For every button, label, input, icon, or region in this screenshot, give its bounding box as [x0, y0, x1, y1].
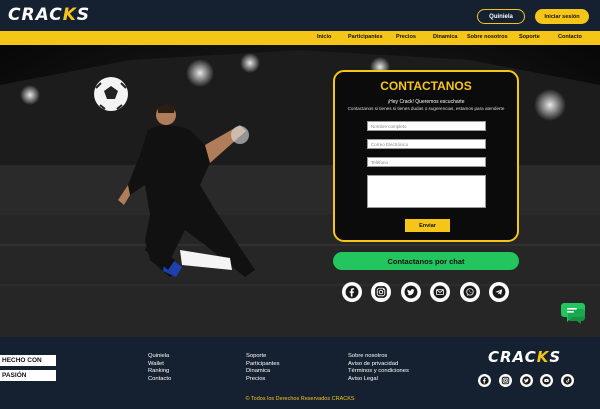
site-footer: HECHO CON PASIÓN Quiniela Wallet Ranking…	[0, 337, 600, 409]
facebook-icon[interactable]	[342, 282, 362, 302]
nav-item-sobre-nosotros[interactable]: Sobre nosotros	[467, 34, 508, 40]
login-button[interactable]: Iniciar sesión	[535, 9, 589, 24]
footer-link-participantes[interactable]: Participantes	[246, 361, 280, 369]
instagram-icon[interactable]	[371, 282, 391, 302]
footer-facebook-icon[interactable]	[478, 374, 491, 387]
footer-link-terminos[interactable]: Términos y condiciones	[348, 368, 409, 376]
nav-item-participantes[interactable]: Participantes	[348, 34, 383, 40]
footer-column-1: Quiniela Wallet Ranking Contacto	[148, 353, 171, 383]
twitter-icon[interactable]	[401, 282, 421, 302]
footer-link-privacidad[interactable]: Aviso de privacidad	[348, 361, 409, 369]
floating-chat-icon[interactable]	[561, 300, 589, 326]
footer-link-soporte[interactable]: Soporte	[246, 353, 280, 361]
contact-description: Contactanos si tienes si tienes dudas o …	[347, 106, 505, 111]
footer-link-aviso-legal[interactable]: Aviso Legal	[348, 376, 409, 384]
passion-badge: PASIÓN	[0, 370, 56, 381]
footer-link-dinamica[interactable]: Dinamica	[246, 368, 280, 376]
footer-tiktok-icon[interactable]	[561, 374, 574, 387]
soccer-ball	[94, 77, 128, 111]
message-textarea[interactable]	[367, 175, 486, 208]
footer-youtube-icon[interactable]	[540, 374, 553, 387]
footer-column-2: Soporte Participantes Dinamica Precios	[246, 353, 280, 383]
top-header: CRACKS Quiniela Iniciar sesión	[0, 0, 600, 31]
telegram-icon[interactable]	[489, 282, 509, 302]
name-input[interactable]: Nombre completo	[367, 121, 486, 131]
footer-link-contacto[interactable]: Contacto	[148, 376, 171, 384]
footer-link-sobre-nosotros[interactable]: Sobre nosotros	[348, 353, 409, 361]
contact-subtitle: ¡Hey Crack! Queremos escucharte	[387, 99, 465, 105]
footer-column-3: Sobre nosotros Aviso de privacidad Térmi…	[348, 353, 409, 383]
footer-link-wallet[interactable]: Wallet	[148, 361, 171, 369]
nav-item-inicio[interactable]: Inicio	[317, 34, 331, 40]
nav-item-soporte[interactable]: Soporte	[519, 34, 540, 40]
send-button[interactable]: Enviar	[405, 219, 450, 232]
footer-link-precios[interactable]: Precios	[246, 376, 280, 384]
contact-form-card: CONTACTANOS ¡Hey Crack! Queremos escucha…	[333, 70, 519, 242]
copyright-text: © Todos los Derechos Reservados CRACKS	[245, 396, 355, 402]
nav-item-dinamica[interactable]: Dinamica	[433, 34, 457, 40]
footer-link-quiniela[interactable]: Quiniela	[148, 353, 171, 361]
made-with-badge: HECHO CON	[0, 355, 56, 366]
footer-link-ranking[interactable]: Ranking	[148, 368, 171, 376]
email-icon[interactable]	[430, 282, 450, 302]
quiniela-button[interactable]: Quiniela	[477, 9, 525, 24]
contact-title: CONTACTANOS	[380, 79, 472, 93]
footer-instagram-icon[interactable]	[499, 374, 512, 387]
main-nav: Inicio Participantes Precios Dinamica So…	[0, 31, 600, 45]
cracks-logo[interactable]: CRACKS	[8, 5, 90, 25]
email-input[interactable]: Correo Electrónico	[367, 139, 486, 149]
footer-cracks-logo: CRACKS	[488, 348, 562, 366]
chat-contact-button[interactable]: Contactanos por chat	[333, 252, 519, 270]
whatsapp-icon[interactable]	[460, 282, 480, 302]
phone-input[interactable]: Teléfono	[367, 157, 486, 167]
nav-item-contacto[interactable]: Contacto	[558, 34, 582, 40]
footer-twitter-icon[interactable]	[520, 374, 533, 387]
nav-item-precios[interactable]: Precios	[396, 34, 416, 40]
